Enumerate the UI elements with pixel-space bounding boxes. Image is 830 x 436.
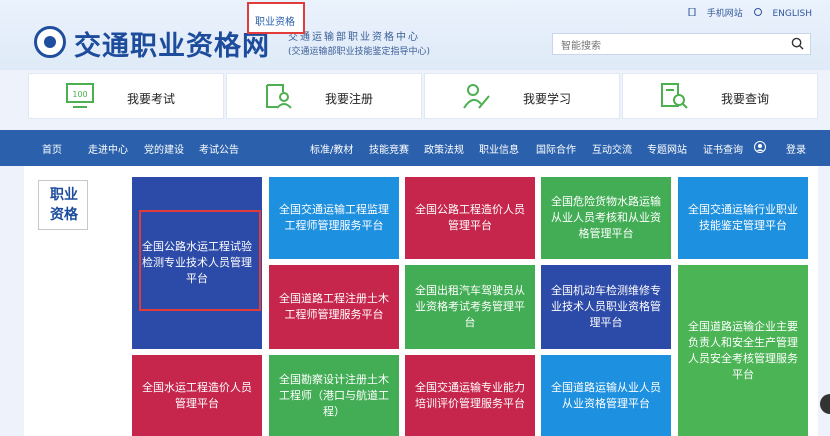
nav-item-special-sites[interactable]: 专题网站 xyxy=(647,141,687,156)
main-nav: 首页 走进中心 党的建设 考试公告 标准/教材 技能竞赛 政策法规 职业信息 国… xyxy=(0,130,830,166)
search-input[interactable] xyxy=(553,36,773,57)
site-logo-emblem[interactable] xyxy=(34,26,66,58)
platform-card[interactable]: 全国交通运输行业职业技能鉴定管理平台 xyxy=(678,177,808,259)
site-header: 交通职业资格网 交通运输部职业资格中心 (交通运输部职业技能鉴定指导中心) 手机… xyxy=(0,0,830,70)
quick-actions: 100 我要考试 我要注册 我要学习 我要查询 xyxy=(0,70,830,122)
quick-tile-label: 我要查询 xyxy=(721,92,770,106)
platform-card[interactable]: 全国交通运输专业能力培训评价管理服务平台 xyxy=(405,355,535,436)
quick-tile-register[interactable]: 我要注册 xyxy=(226,73,422,119)
exam-icon: 100 xyxy=(66,83,94,108)
quick-tile-label: 我要学习 xyxy=(523,92,572,106)
top-links: 手机网站 ENGLISH xyxy=(680,6,812,19)
nav-item-career-info[interactable]: 职业信息 xyxy=(479,141,519,156)
platform-card[interactable]: 全国出租汽车驾驶员从业资格考试考务管理平台 xyxy=(405,265,535,349)
search-icon[interactable] xyxy=(791,37,804,50)
scroll-handle[interactable] xyxy=(820,394,830,414)
quick-tile-query[interactable]: 我要查询 xyxy=(622,73,818,119)
nav-item-competition[interactable]: 技能竞赛 xyxy=(369,141,409,156)
platform-card[interactable]: 全国勘察设计注册土木工程师（港口与航道工程） xyxy=(269,355,399,436)
nav-item-policy[interactable]: 政策法规 xyxy=(424,141,464,156)
nav-item-cert-query[interactable]: 证书查询 xyxy=(703,141,743,156)
quick-tile-exam[interactable]: 100 我要考试 xyxy=(28,73,224,119)
quick-tile-label: 我要注册 xyxy=(325,92,374,106)
study-icon xyxy=(463,84,490,109)
nav-item-qualification[interactable]: 职业资格 xyxy=(247,2,305,34)
platform-card[interactable]: 全国公路工程造价人员管理平台 xyxy=(405,177,535,259)
register-icon xyxy=(266,84,292,109)
nav-item-international[interactable]: 国际合作 xyxy=(536,141,576,156)
nav-item-about[interactable]: 走进中心 xyxy=(88,141,128,156)
query-icon xyxy=(661,83,688,109)
platform-card[interactable]: 全国道路运输企业主要负责人和安全生产管理人员安全考核管理服务平台 xyxy=(678,265,808,436)
platform-card[interactable]: 全国交通运输工程监理工程师管理服务平台 xyxy=(269,177,399,259)
quick-tile-study[interactable]: 我要学习 xyxy=(424,73,620,119)
site-subtitle-line1: 交通运输部职业资格中心 xyxy=(288,32,420,43)
mobile-icon xyxy=(688,7,696,17)
platform-card[interactable]: 全国危险货物水路运输从业人员考核和从业资格管理平台 xyxy=(541,177,671,259)
nav-item-home[interactable]: 首页 xyxy=(42,141,62,156)
quick-tile-label: 我要考试 xyxy=(127,92,176,106)
user-icon[interactable] xyxy=(754,141,766,153)
nav-item-login[interactable]: 登录 xyxy=(786,141,806,156)
nav-item-standards[interactable]: 标准/教材 xyxy=(310,141,353,156)
site-title[interactable]: 交通职业资格网 xyxy=(74,24,270,63)
platform-card[interactable]: 全国水运工程造价人员管理平台 xyxy=(132,355,262,436)
nav-item-exam-notice[interactable]: 考试公告 xyxy=(199,141,239,156)
svg-text:100: 100 xyxy=(72,90,87,99)
highlight-outline xyxy=(139,210,261,311)
nav-item-party[interactable]: 党的建设 xyxy=(144,141,184,156)
search-box xyxy=(552,33,811,57)
platform-card[interactable]: 全国道路工程注册土木工程师管理服务平台 xyxy=(269,265,399,349)
site-subtitle-line2: (交通运输部职业技能鉴定指导中心) xyxy=(288,47,431,57)
globe-icon xyxy=(753,8,762,16)
nav-item-interaction[interactable]: 互动交流 xyxy=(592,141,632,156)
platform-card[interactable]: 全国机动车检测维修专业技术人员职业资格管理平台 xyxy=(541,265,671,349)
mobile-site-link[interactable]: 手机网站 xyxy=(688,7,746,19)
english-link[interactable]: ENGLISH xyxy=(753,8,812,19)
platform-card[interactable]: 全国道路运输从业人员从业资格管理平台 xyxy=(541,355,671,436)
section-title: 职业资格 xyxy=(38,180,88,230)
